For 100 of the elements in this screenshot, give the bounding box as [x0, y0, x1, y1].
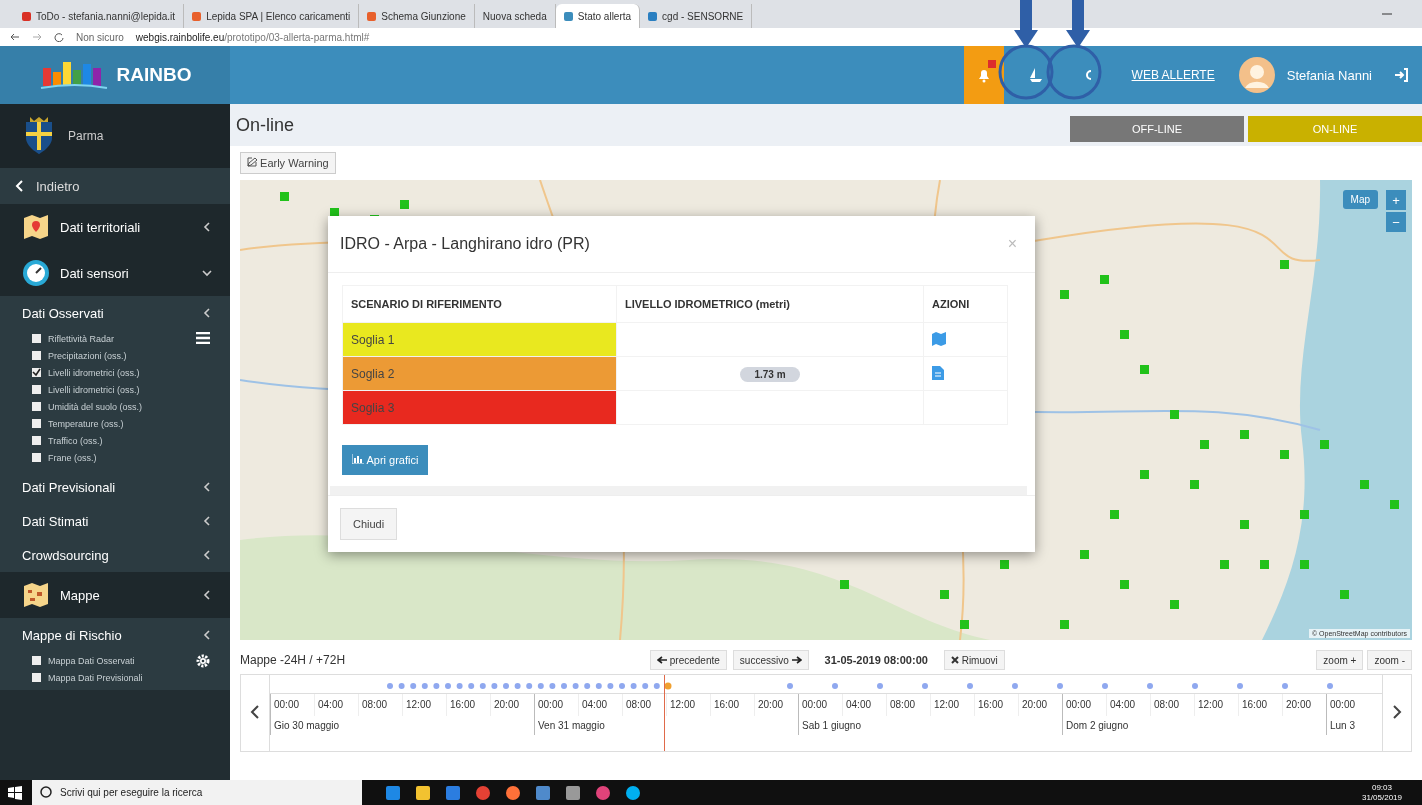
hour-label: 04:00: [578, 694, 622, 716]
zoom-out-button[interactable]: zoom -: [1367, 650, 1412, 670]
hour-label: 16:00: [710, 694, 754, 716]
hour-label: 08:00: [358, 694, 402, 716]
zoom-in-button[interactable]: zoom +: [1316, 650, 1364, 670]
gauge-icon: [22, 259, 50, 287]
settings-icon[interactable]: [196, 654, 210, 668]
column-header: AZIONI: [923, 285, 1008, 323]
chevron-left-icon: [202, 590, 212, 600]
submenu-item[interactable]: Crowdsourcing: [0, 538, 230, 572]
previous-button[interactable]: precedente: [650, 650, 727, 670]
threshold-cell: Soglia 3: [342, 390, 617, 425]
dismiss-button[interactable]: Chiudi: [340, 508, 398, 540]
day-label: Lun 3: [1326, 716, 1370, 735]
browser-tab[interactable]: Stato allerta: [555, 4, 641, 28]
layer-checkbox[interactable]: Mappa Dati Osservati: [32, 652, 230, 669]
menu-item[interactable]: Dati territoriali: [0, 204, 230, 250]
layer-checkbox[interactable]: Umidità del suolo (oss.): [32, 398, 230, 415]
layer-checkbox[interactable]: Traffico (oss.): [32, 432, 230, 449]
taskbar-app-icon[interactable]: [566, 785, 580, 800]
hour-label: 20:00: [1018, 694, 1062, 716]
column-header: LIVELLO IDROMETRICO (metri): [616, 285, 924, 323]
arrow-left-icon: [657, 655, 667, 664]
hour-label: 00:00: [1326, 694, 1370, 716]
back-link[interactable]: Indietro: [0, 168, 230, 204]
current-datetime: 31-05-2019 08:00:00: [824, 654, 928, 666]
early-warning-button[interactable]: Early Warning: [240, 152, 336, 174]
taskbar-app-icon[interactable]: [416, 785, 430, 800]
taskbar-app-icon[interactable]: [536, 785, 550, 800]
layer-checkbox[interactable]: Mappa Dati Previsionali: [32, 669, 230, 686]
layer-checkbox[interactable]: Riflettività Radar: [32, 330, 230, 347]
zoom-in-button[interactable]: +: [1386, 190, 1406, 210]
avatar-icon: [1238, 57, 1275, 93]
layer-checkbox[interactable]: Temperature (oss.): [32, 415, 230, 432]
hour-label: 00:00: [270, 694, 314, 716]
taskbar-app-icon[interactable]: [476, 785, 490, 800]
taskbar-app-icon[interactable]: [506, 785, 520, 800]
chevron-left-icon: [250, 704, 260, 719]
security-label: Non sicuro: [76, 31, 124, 43]
day-label: Dom 2 giugno: [1062, 716, 1326, 735]
url-text[interactable]: webgis.rainbolife.eu/prototipo/03-allerta-parma.html#: [135, 31, 370, 43]
mode-tab[interactable]: OFF-LINE: [1070, 116, 1244, 142]
timeline-title: Mappe -24H / +72H: [240, 653, 347, 667]
submenu-item[interactable]: Dati Osservati: [0, 296, 230, 330]
start-icon[interactable]: [8, 785, 22, 800]
chevron-left-icon: [14, 180, 24, 192]
layer-checkbox[interactable]: Livelli idrometrici (oss.): [32, 381, 230, 398]
document-icon[interactable]: [932, 365, 944, 380]
layer-checkbox[interactable]: Precipitazioni (oss.): [32, 347, 230, 364]
hour-label: 16:00: [446, 694, 490, 716]
day-label: Sab 1 giugno: [798, 716, 1062, 735]
list-icon[interactable]: [196, 332, 210, 344]
layer-checkbox[interactable]: Frane (oss.): [32, 449, 230, 466]
boat-icon[interactable]: [1027, 67, 1044, 83]
reload-icon[interactable]: [54, 32, 64, 42]
submenu-item[interactable]: Dati Stimati: [0, 504, 230, 538]
hour-label: 12:00: [1194, 694, 1238, 716]
level-badge: 1.73 m: [740, 366, 800, 382]
close-icon: [950, 655, 959, 664]
menu-item[interactable]: Mappe: [0, 572, 230, 618]
city-name: Parma: [68, 129, 104, 143]
chevron-left-icon: [202, 308, 212, 318]
web-alerts-link[interactable]: WEB ALLERTE: [1131, 68, 1215, 82]
bar-chart-icon: [352, 454, 364, 464]
rainbow-bars-icon: [38, 60, 109, 90]
map-layer-button[interactable]: Map: [1342, 190, 1378, 209]
clock-date: 31/05/2019: [1361, 792, 1402, 803]
map-icon[interactable]: [932, 331, 946, 346]
zoom-out-button[interactable]: −: [1386, 212, 1406, 232]
page-title: On-line: [235, 114, 296, 136]
hour-label: 08:00: [886, 694, 930, 716]
chevron-left-icon: [202, 516, 212, 526]
column-header: SCENARIO DI RIFERIMENTO: [342, 285, 617, 323]
chevron-left-icon: [202, 550, 212, 560]
remove-button[interactable]: Rimuovi: [943, 650, 1005, 670]
taskbar-app-icon[interactable]: [446, 785, 460, 800]
bell-button[interactable]: [963, 46, 1004, 104]
app-logo[interactable]: RAINBO: [0, 46, 230, 104]
taskbar-search-field[interactable]: Scrivi qui per eseguire la ricerca: [32, 780, 362, 805]
chevron-left-icon: [202, 630, 212, 640]
taskbar-app-icon[interactable]: [596, 785, 610, 800]
hour-label: 16:00: [974, 694, 1018, 716]
hour-label: 12:00: [666, 694, 710, 716]
user-name[interactable]: Stefania Nanni: [1286, 67, 1372, 83]
taskbar-app-icon[interactable]: [386, 785, 400, 800]
map-pin-icon: [22, 213, 50, 241]
hour-label: 04:00: [1106, 694, 1150, 716]
menu-item[interactable]: Dati sensori: [0, 250, 230, 296]
submenu-item[interactable]: Dati Previsionali: [0, 470, 230, 504]
next-button[interactable]: successivo: [732, 650, 809, 670]
threshold-cell: Soglia 2: [342, 356, 617, 391]
threshold-cell: Soglia 1: [342, 322, 617, 357]
open-charts-button[interactable]: Apri grafici: [342, 445, 429, 475]
submenu-item[interactable]: Mappe di Rischio: [0, 618, 230, 652]
taskbar-app-icon[interactable]: [626, 785, 640, 800]
back-icon[interactable]: [10, 32, 20, 42]
layer-checkbox[interactable]: Livelli idrometrici (oss.): [32, 364, 230, 381]
logout-icon[interactable]: [1394, 68, 1408, 82]
hour-label: 04:00: [842, 694, 886, 716]
hour-label: 00:00: [534, 694, 578, 716]
